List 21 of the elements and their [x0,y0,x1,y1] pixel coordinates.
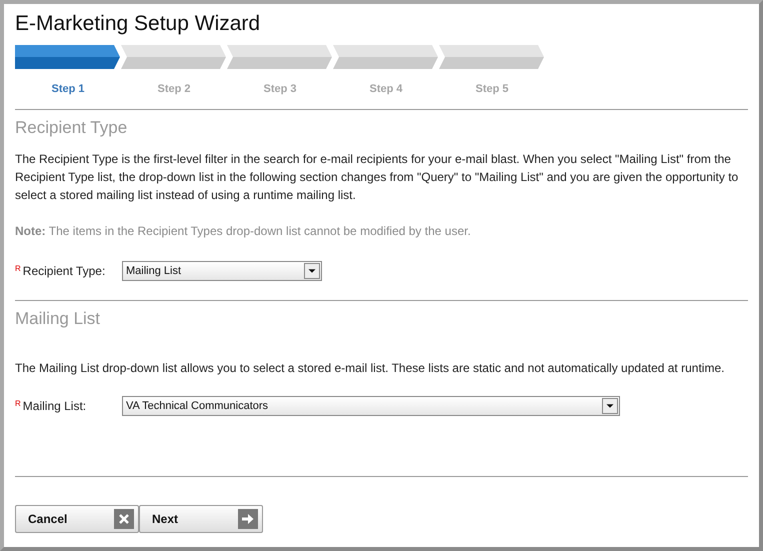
paragraph: The Mailing List drop-down list allows you to select a stored e-mail list. These lists are static and not automatically updated at runtime. [15,360,726,377]
step-label: Step 4 [368,83,404,95]
window-title: E-Marketing Setup Wizard [15,12,262,36]
caret-icon [602,398,618,414]
step-label: Step 5 [474,83,510,95]
caret-icon [304,263,320,279]
section-heading: Recipient Type [15,118,128,138]
field-label: $^{R}$ Recipient Type: [15,264,106,278]
dropdown[interactable]: Mailing List [122,261,322,281]
step-label: Step 2 [156,83,192,95]
paragraph: Note: The items in the Recipient Types drop-down list cannot be modified by the user. [15,223,472,240]
dropdown[interactable]: VA Technical Communicators [122,396,620,416]
cancel-button[interactable]: Cancel [15,505,139,533]
arrow-right-icon [238,509,258,529]
close-icon [114,509,134,529]
next-button[interactable]: Next [139,505,263,533]
paragraph: The Recipient Type is the first-level filter in the search for e-mail recipients for your e-mail blast. When you select "Mailing List" from the Recipient Type list, the drop-down list in the following section changes from "Query" to "Mailing List" and you are given the opportunity to select a stored mailing list instead of using a runtime mailing list. [15,151,740,204]
section-heading: Mailing List [15,309,102,329]
step-label: Step 3 [262,83,298,95]
step-label: Step 1 [50,83,86,95]
field-label: $^{R}$ Mailing List: [15,399,88,413]
